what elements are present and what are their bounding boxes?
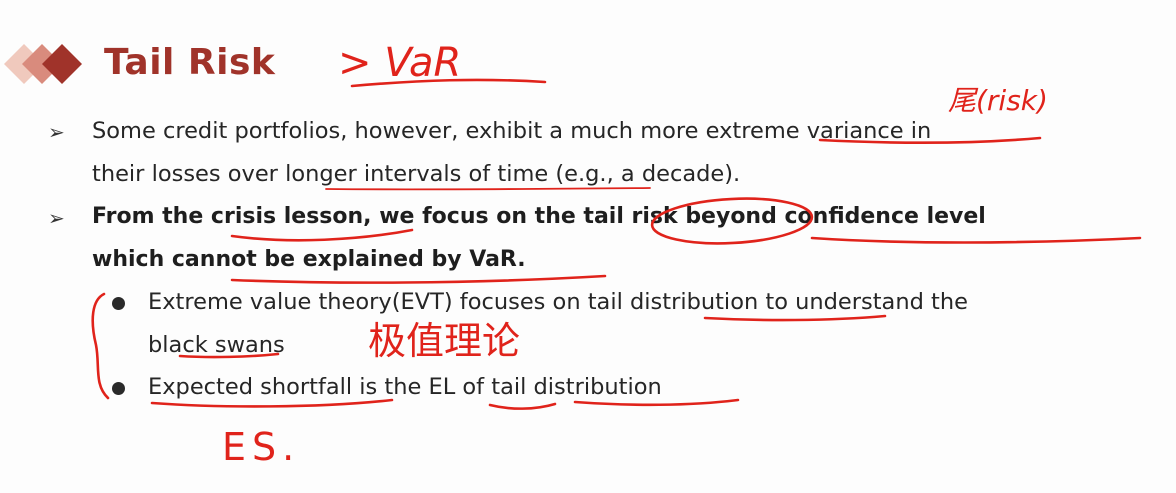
underline-tail-distribution-1	[703, 314, 887, 322]
underline-tail-distribution-2	[573, 398, 740, 407]
dot-bullet-icon	[112, 382, 125, 395]
slide: Tail Risk ➢ Some credit portfolios, howe…	[0, 0, 1176, 493]
underline-longer-intervals	[325, 187, 651, 191]
title-bar: Tail Risk	[0, 30, 420, 96]
bullet-1-line-2: their losses over longer intervals of ti…	[92, 161, 741, 187]
sub-bullet-2-line-1: Expected shortfall is the EL of tail dis…	[148, 374, 662, 400]
bullet-1-line-1: Some credit portfolios, however, exhibit…	[92, 118, 932, 144]
sub-bullet-1-line-2: black swans	[148, 332, 285, 358]
dot-bullet-icon	[112, 297, 125, 310]
underline-expected-shortfall	[150, 398, 394, 408]
arrow-bullet-icon: ➢	[48, 120, 65, 144]
risk-note: 尾(risk)	[948, 84, 1048, 117]
es-note: ES.	[222, 425, 300, 469]
underline-confidence-level	[810, 236, 1142, 244]
evt-note: 极值理论	[368, 319, 520, 363]
arrow-bullet-icon: ➢	[48, 206, 65, 230]
underline-crisis-lesson	[230, 228, 414, 242]
left-brace	[91, 292, 110, 400]
sub-bullet-1-line-1: Extreme value theory(EVT) focuses on tai…	[148, 289, 968, 315]
page-title: Tail Risk	[104, 42, 276, 83]
title-diamond-icon	[4, 44, 82, 84]
underline-cannot-explained	[230, 274, 607, 284]
bullet-2-line-1: From the crisis lesson, we focus on the …	[92, 204, 986, 229]
bullet-2-line-2: which cannot be explained by VaR.	[92, 247, 526, 272]
underline-el-of	[488, 402, 557, 410]
